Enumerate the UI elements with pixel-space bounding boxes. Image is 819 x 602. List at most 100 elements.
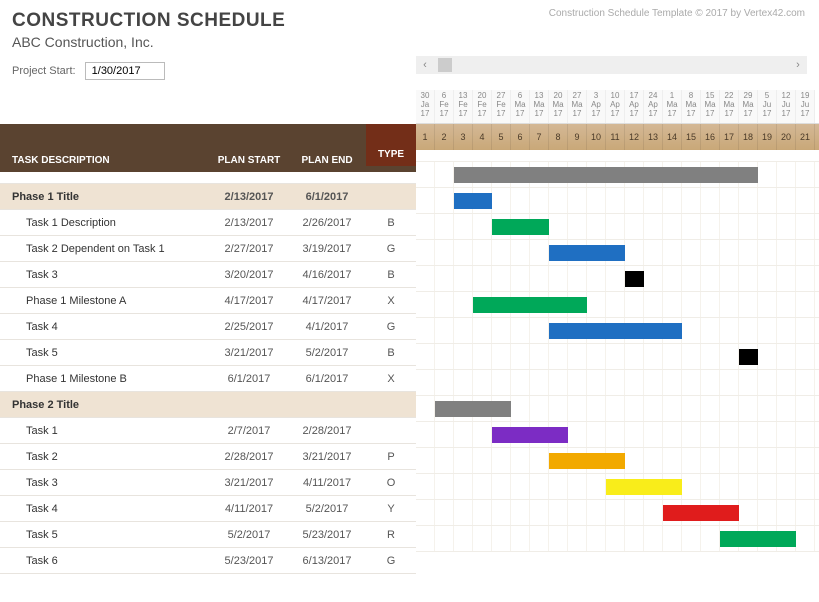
gantt-cell	[625, 188, 644, 213]
gantt-cell	[777, 500, 796, 525]
gantt-cell	[739, 240, 758, 265]
gantt-cell	[530, 318, 549, 343]
gantt-cell	[701, 526, 720, 551]
gantt-cell	[435, 448, 454, 473]
gantt-cell	[606, 266, 625, 291]
scroll-right-icon[interactable]: ›	[789, 56, 807, 74]
task-row[interactable]: Phase 1 Milestone B6/1/20176/1/2017X	[0, 366, 416, 392]
gantt-cell	[454, 370, 473, 395]
gantt-cell	[777, 474, 796, 499]
gantt-cell	[530, 370, 549, 395]
gantt-cell	[416, 292, 435, 317]
scroll-thumb[interactable]	[438, 58, 452, 72]
week-header-cell: 11	[606, 124, 625, 150]
gantt-row	[416, 292, 819, 318]
plan-start-cell: 2/13/2017	[210, 191, 288, 203]
gantt-cell	[587, 370, 606, 395]
gantt-cell	[587, 396, 606, 421]
gantt-bar[interactable]	[549, 453, 625, 469]
gantt-cell	[549, 474, 568, 499]
task-row[interactable]: Task 53/21/20175/2/2017B	[0, 340, 416, 366]
task-row[interactable]: Task 42/25/20174/1/2017G	[0, 314, 416, 340]
task-row[interactable]: Task 65/23/20176/13/2017G	[0, 548, 416, 574]
gantt-cell	[416, 318, 435, 343]
scroll-left-icon[interactable]: ‹	[416, 56, 434, 74]
gantt-cell	[568, 422, 587, 447]
date-header-cell: 17Ap17	[625, 90, 644, 123]
gantt-cell	[796, 292, 815, 317]
gantt-cell	[777, 162, 796, 187]
plan-end-cell: 4/11/2017	[288, 477, 366, 489]
gantt-cell	[739, 292, 758, 317]
gantt-bar[interactable]	[720, 531, 796, 547]
task-name-cell: Task 1 Description	[0, 217, 210, 229]
phase-row[interactable]: Phase 1 Title2/13/20176/1/2017	[0, 184, 416, 210]
plan-start-cell: 3/21/2017	[210, 347, 288, 359]
gantt-bar[interactable]	[454, 193, 492, 209]
task-row[interactable]: Task 1 Description2/13/20172/26/2017B	[0, 210, 416, 236]
gantt-cell	[530, 396, 549, 421]
gantt-cell	[720, 318, 739, 343]
gantt-cell	[416, 344, 435, 369]
task-row[interactable]: Task 33/21/20174/11/2017O	[0, 470, 416, 496]
task-row[interactable]: Task 12/7/20172/28/2017	[0, 418, 416, 444]
project-start-input[interactable]	[85, 62, 165, 80]
gantt-cell	[435, 526, 454, 551]
gantt-cell	[777, 396, 796, 421]
gantt-cell	[568, 266, 587, 291]
gantt-row	[416, 162, 819, 188]
gantt-cell	[454, 240, 473, 265]
col-end-header: PLAN END	[288, 155, 366, 166]
task-name-cell: Task 1	[0, 425, 210, 437]
gantt-spacer	[416, 150, 819, 162]
gantt-cell	[701, 344, 720, 369]
gantt-cell	[587, 422, 606, 447]
gantt-bar[interactable]	[549, 245, 625, 261]
task-row[interactable]: Task 55/2/20175/23/2017R	[0, 522, 416, 548]
date-header-cell: 13Fe17	[454, 90, 473, 123]
gantt-cell	[549, 266, 568, 291]
task-row[interactable]: Task 22/28/20173/21/2017P	[0, 444, 416, 470]
gantt-bar[interactable]	[473, 297, 587, 313]
gantt-bar[interactable]	[663, 505, 739, 521]
task-row[interactable]: Task 33/20/20174/16/2017B	[0, 262, 416, 288]
week-header-cell: 21	[796, 124, 815, 150]
gantt-bar[interactable]	[492, 427, 568, 443]
gantt-bar[interactable]	[625, 271, 644, 287]
gantt-cell	[568, 214, 587, 239]
task-name-cell: Phase 1 Milestone B	[0, 373, 210, 385]
gantt-cell	[644, 396, 663, 421]
gantt-cell	[625, 396, 644, 421]
gantt-cell	[796, 474, 815, 499]
gantt-cell	[416, 500, 435, 525]
gantt-cell	[758, 448, 777, 473]
gantt-cell	[777, 214, 796, 239]
phase-row[interactable]: Phase 2 Title	[0, 392, 416, 418]
gantt-cell	[435, 240, 454, 265]
week-header-cell: 3	[454, 124, 473, 150]
date-header-cell: 1Ma17	[663, 90, 682, 123]
gantt-cell	[625, 526, 644, 551]
task-row[interactable]: Phase 1 Milestone A4/17/20174/17/2017X	[0, 288, 416, 314]
gantt-cell	[663, 240, 682, 265]
gantt-bar[interactable]	[739, 349, 758, 365]
gantt-cell	[682, 526, 701, 551]
gantt-cell	[568, 474, 587, 499]
type-cell: G	[366, 243, 416, 255]
task-name-cell: Task 5	[0, 529, 210, 541]
gantt-bar[interactable]	[435, 401, 511, 417]
gantt-bar[interactable]	[454, 167, 758, 183]
date-header-cell: 6Ma17	[511, 90, 530, 123]
gantt-cell	[701, 474, 720, 499]
task-row[interactable]: Task 2 Dependent on Task 12/27/20173/19/…	[0, 236, 416, 262]
gantt-cell	[492, 474, 511, 499]
gantt-cell	[416, 370, 435, 395]
task-row[interactable]: Task 44/11/20175/2/2017Y	[0, 496, 416, 522]
timeline-scrollbar[interactable]: ‹ ›	[416, 56, 807, 74]
gantt-cell	[606, 188, 625, 213]
gantt-cell	[416, 422, 435, 447]
plan-end-cell: 6/13/2017	[288, 555, 366, 567]
gantt-bar[interactable]	[606, 479, 682, 495]
gantt-bar[interactable]	[549, 323, 682, 339]
gantt-bar[interactable]	[492, 219, 549, 235]
